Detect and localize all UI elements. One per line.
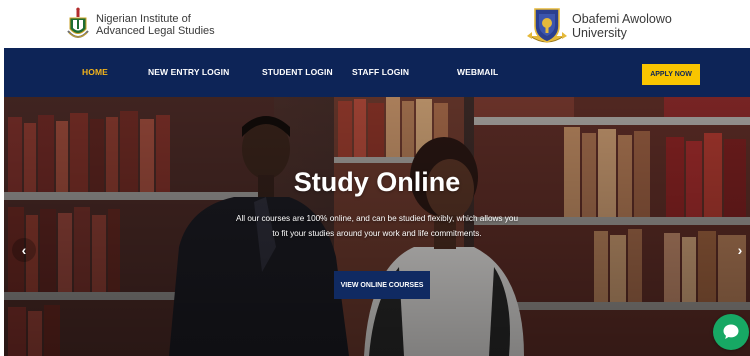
slider-prev-arrow-icon[interactable]: ‹ (12, 238, 36, 262)
nials-name-line1: Nigerian Institute of (96, 12, 191, 25)
live-chat-button[interactable] (713, 314, 749, 350)
nials-crest-icon (67, 7, 89, 38)
nav-home-link[interactable]: HOME (82, 67, 108, 77)
oau-name-line1: Obafemi Awolowo (572, 12, 672, 26)
hero-slider: Study Online All our courses are 100% on… (4, 97, 750, 356)
nials-brand[interactable]: Nigerian Institute of Advanced Legal Stu… (66, 7, 215, 43)
view-online-courses-button[interactable]: VIEW ONLINE COURSES (334, 271, 430, 299)
hero-title: Study Online (293, 167, 461, 197)
hero-subtitle-line2: to fit your studies around your work and… (272, 229, 482, 238)
oau-brand-text: Obafemi Awolowo University (572, 12, 672, 40)
oau-brand[interactable]: Obafemi Awolowo University (526, 6, 672, 46)
nav-staff-login-link[interactable]: STAFF LOGIN (352, 67, 409, 77)
chat-bubble-icon (723, 324, 739, 339)
nials-brand-text: Nigerian Institute of Advanced Legal Stu… (96, 13, 215, 38)
oau-name-line2: University (572, 26, 627, 40)
nav-webmail-link[interactable]: WEBMAIL (457, 67, 498, 77)
apply-now-button[interactable]: APPLY NOW (642, 64, 700, 85)
main-navbar: HOME NEW ENTRY LOGIN STUDENT LOGIN STAFF… (4, 48, 750, 97)
nav-student-login-link[interactable]: STUDENT LOGIN (262, 67, 333, 77)
hero-subtitle-line1: All our courses are 100% online, and can… (235, 214, 519, 223)
oau-shield-icon (527, 8, 567, 43)
hero-background-image (4, 97, 750, 356)
nav-new-entry-login-link[interactable]: NEW ENTRY LOGIN (148, 67, 229, 77)
nials-name-line2: Advanced Legal Studies (96, 25, 215, 37)
slider-next-arrow-icon[interactable]: › (728, 238, 750, 262)
logo-bar: Nigerian Institute of Advanced Legal Stu… (0, 0, 750, 48)
